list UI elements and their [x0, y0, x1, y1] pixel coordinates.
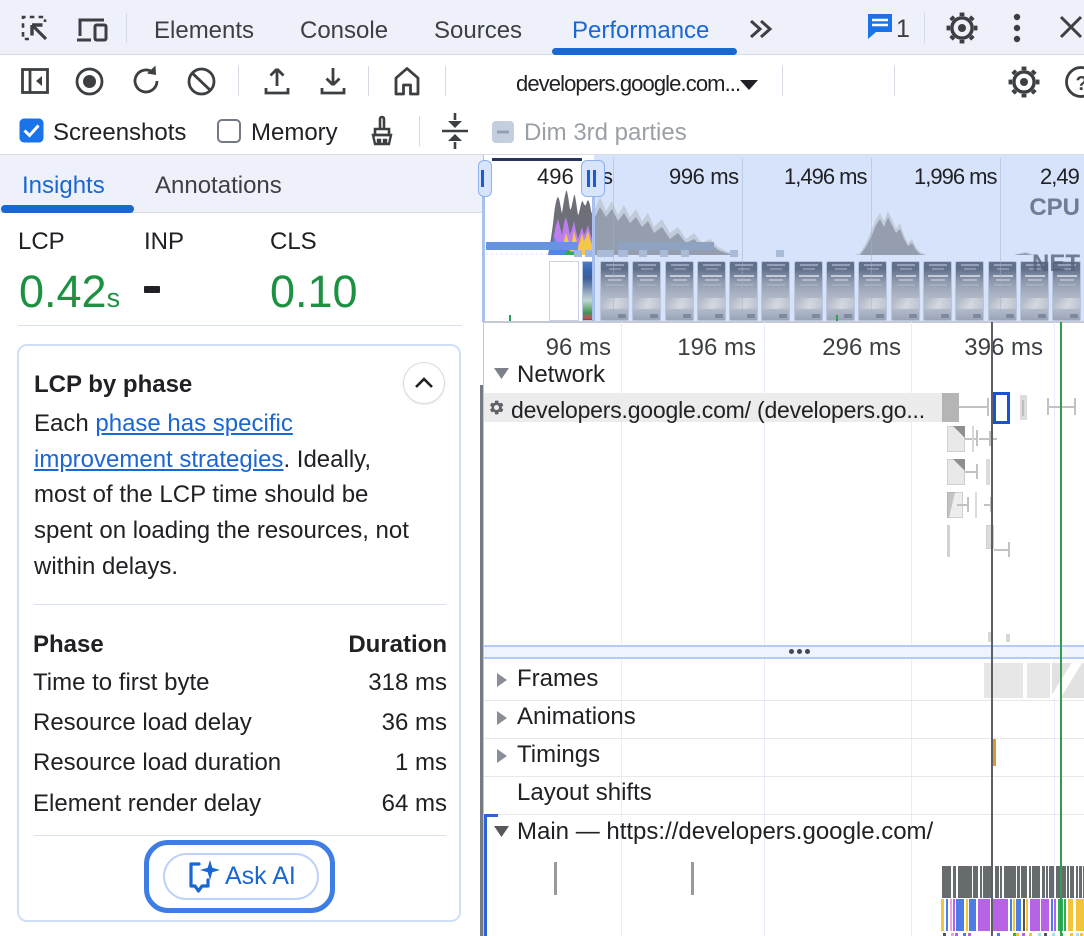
svg-text:?: ?: [1076, 73, 1084, 95]
